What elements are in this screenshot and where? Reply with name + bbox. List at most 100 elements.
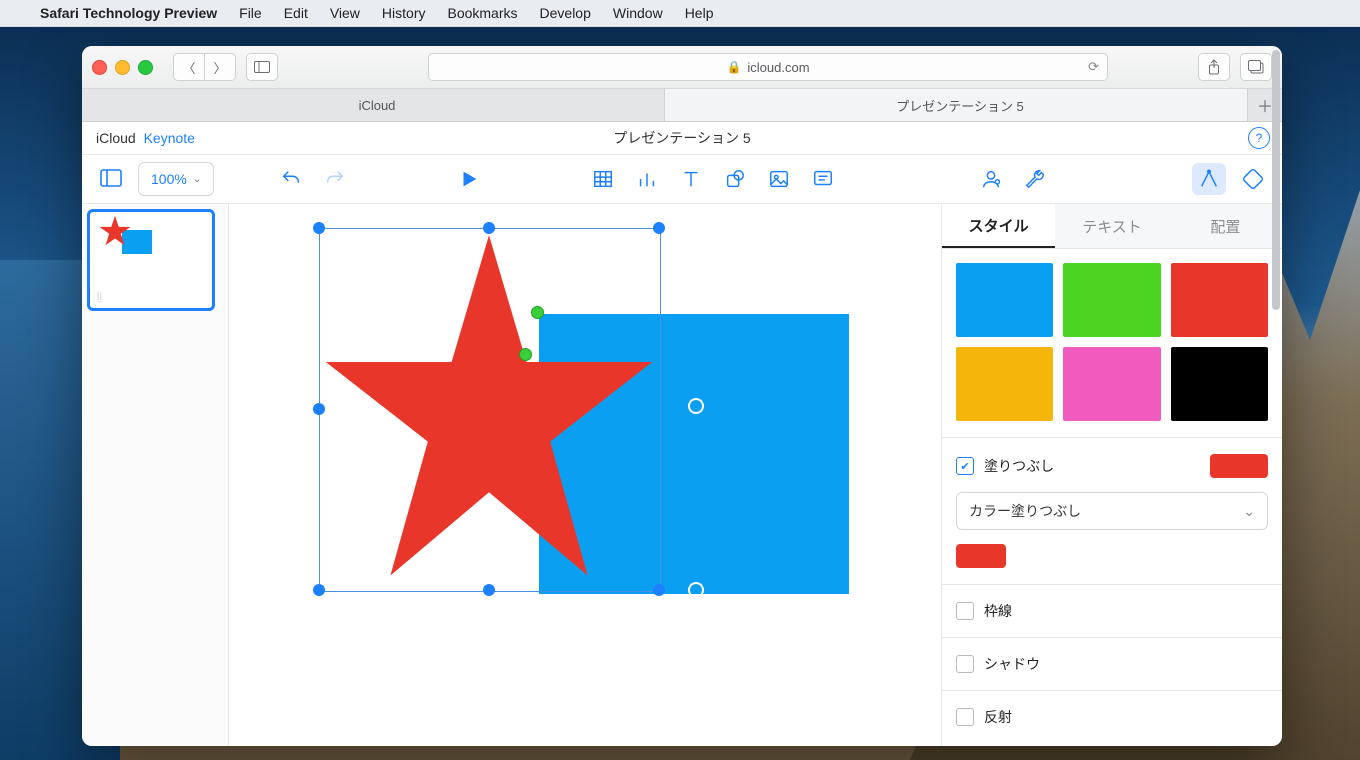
shadow-row: シャドウ: [956, 654, 1268, 674]
sel-handle-nw[interactable]: [313, 222, 325, 234]
fill-row: 塗りつぶし: [956, 454, 1268, 478]
document-title: プレゼンテーション 5: [613, 128, 750, 148]
redo-button[interactable]: [318, 163, 352, 195]
inspector-body: 塗りつぶし カラー塗りつぶし ⌄ 枠線: [942, 249, 1282, 741]
inspector-scrollbar[interactable]: [1272, 50, 1280, 310]
menu-bookmarks[interactable]: Bookmarks: [447, 5, 517, 21]
keynote-brand[interactable]: iCloud Keynote: [96, 130, 195, 146]
inspector-tab-style[interactable]: スタイル: [942, 204, 1055, 248]
help-button[interactable]: ?: [1248, 127, 1270, 149]
window-controls: [92, 60, 153, 75]
menu-file[interactable]: File: [239, 5, 262, 21]
insert-text-button[interactable]: [674, 163, 708, 195]
menubar-app-name[interactable]: Safari Technology Preview: [40, 5, 217, 21]
animate-inspector-button[interactable]: [1236, 163, 1270, 195]
slide-navigator[interactable]: 1: [82, 204, 229, 746]
sel-handle-s[interactable]: [483, 584, 495, 596]
insert-shape-button[interactable]: [718, 163, 752, 195]
safari-toolbar: 〈 〉 🔒 icloud.com ⟳: [82, 46, 1282, 89]
url-text: icloud.com: [747, 60, 809, 75]
preset-swatch[interactable]: [956, 347, 1053, 421]
border-label: 枠線: [984, 601, 1012, 621]
reflection-checkbox[interactable]: [956, 708, 974, 726]
slide-canvas[interactable]: [229, 204, 941, 746]
tools-button[interactable]: [1018, 163, 1052, 195]
shadow-checkbox[interactable]: [956, 655, 974, 673]
shadow-label: シャドウ: [984, 654, 1040, 674]
menu-history[interactable]: History: [382, 5, 426, 21]
browser-tab-presentation[interactable]: プレゼンテーション 5: [665, 89, 1248, 121]
reload-icon[interactable]: ⟳: [1088, 59, 1099, 75]
insert-image-button[interactable]: [762, 163, 796, 195]
play-button[interactable]: [452, 163, 486, 195]
thumb-star: [98, 214, 132, 248]
menu-window[interactable]: Window: [613, 5, 663, 21]
sel-handle-ne[interactable]: [653, 222, 665, 234]
inspector-tabs: スタイル テキスト 配置: [942, 204, 1282, 249]
star-adjust-handle[interactable]: [519, 348, 532, 361]
macos-menubar: Safari Technology Preview File Edit View…: [0, 0, 1360, 27]
sel-handle-w[interactable]: [313, 403, 325, 415]
tabs-overview-button[interactable]: [1240, 53, 1272, 81]
desktop: Safari Technology Preview File Edit View…: [0, 0, 1360, 760]
menu-view[interactable]: View: [330, 5, 360, 21]
slide-thumbnail-1[interactable]: 1: [90, 212, 212, 308]
zoom-value: 100%: [151, 171, 187, 187]
insert-comment-button[interactable]: [806, 163, 840, 195]
keynote-toolbar: 100% ⌄: [82, 155, 1282, 204]
inspector-tab-text[interactable]: テキスト: [1055, 204, 1168, 248]
reflection-row: 反射: [956, 707, 1268, 727]
preset-swatch[interactable]: [956, 263, 1053, 337]
preset-swatch[interactable]: [1171, 347, 1268, 421]
menu-develop[interactable]: Develop: [540, 5, 591, 21]
browser-tabbar: iCloud プレゼンテーション 5 ＋: [82, 89, 1282, 122]
forward-button[interactable]: 〉: [205, 53, 236, 81]
menu-edit[interactable]: Edit: [284, 5, 308, 21]
chevron-down-icon: ⌄: [1243, 503, 1255, 520]
fill-color-well[interactable]: [956, 544, 1006, 568]
safari-window: 〈 〉 🔒 icloud.com ⟳ iCloud: [82, 46, 1282, 746]
view-mode-button[interactable]: [94, 163, 128, 195]
border-row: 枠線: [956, 601, 1268, 621]
tab-label: iCloud: [359, 98, 396, 113]
sel-handle-n[interactable]: [483, 222, 495, 234]
sel-handle-sw[interactable]: [313, 584, 325, 596]
fill-type-select[interactable]: カラー塗りつぶし ⌄: [956, 492, 1268, 530]
tab-label: プレゼンテーション 5: [896, 96, 1024, 115]
fill-swatch[interactable]: [1210, 454, 1268, 478]
fill-checkbox[interactable]: [956, 457, 974, 475]
star-adjust-handle[interactable]: [531, 306, 544, 319]
zoom-window-button[interactable]: [138, 60, 153, 75]
browser-tab-icloud[interactable]: iCloud: [82, 89, 665, 121]
preset-swatch[interactable]: [1171, 263, 1268, 337]
close-window-button[interactable]: [92, 60, 107, 75]
share-button[interactable]: [1198, 53, 1230, 81]
zoom-dropdown[interactable]: 100% ⌄: [138, 162, 214, 196]
preset-swatch[interactable]: [1063, 263, 1160, 337]
back-button[interactable]: 〈: [173, 53, 205, 81]
insert-table-button[interactable]: [586, 163, 620, 195]
format-inspector-button[interactable]: [1192, 163, 1226, 195]
rect-handle[interactable]: [688, 582, 704, 598]
menu-help[interactable]: Help: [685, 5, 714, 21]
undo-button[interactable]: [274, 163, 308, 195]
inspector-tab-arrange[interactable]: 配置: [1169, 204, 1282, 248]
rect-handle[interactable]: [688, 398, 704, 414]
format-inspector: スタイル テキスト 配置: [941, 204, 1282, 746]
insert-chart-button[interactable]: [630, 163, 664, 195]
chevron-down-icon: ⌄: [193, 174, 201, 185]
style-presets: [956, 263, 1268, 421]
preset-swatch[interactable]: [1063, 347, 1160, 421]
nav-buttons: 〈 〉: [173, 53, 236, 81]
sel-handle-se[interactable]: [653, 584, 665, 596]
minimize-window-button[interactable]: [115, 60, 130, 75]
lock-icon: 🔒: [726, 60, 741, 74]
slide-number: 1: [96, 290, 103, 304]
brand-keynote: Keynote: [144, 130, 195, 146]
collaborate-button[interactable]: [974, 163, 1008, 195]
address-bar[interactable]: 🔒 icloud.com ⟳: [428, 53, 1108, 81]
keynote-app: iCloud Keynote プレゼンテーション 5 ? 100% ⌄: [82, 122, 1282, 746]
border-checkbox[interactable]: [956, 602, 974, 620]
keynote-body: 1: [82, 204, 1282, 746]
sidebar-toggle-button[interactable]: [246, 53, 278, 81]
